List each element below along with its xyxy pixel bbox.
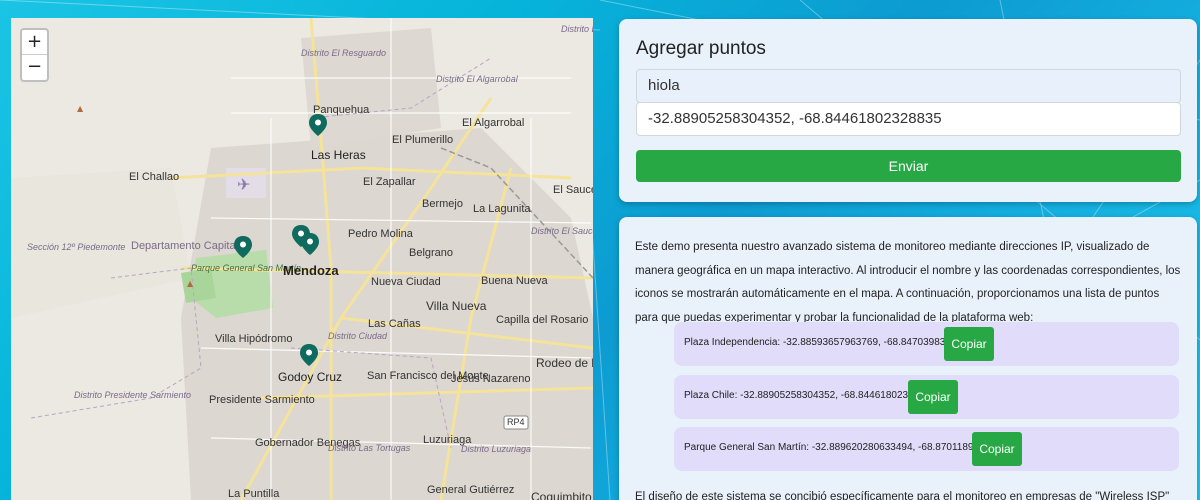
map-label: Rodeo de la Cruz (536, 356, 593, 370)
map-label: Distrito Las Tortugas (328, 443, 411, 453)
map-label: Sección 12º Piedemonte (27, 242, 126, 252)
point-item: Plaza Independencia: -32.88593657963769,… (674, 322, 1179, 366)
map-label: Distrito El Borb (561, 24, 593, 34)
map-label: Godoy Cruz (278, 370, 343, 384)
map-label: Departamento Capital (131, 240, 239, 252)
map-label: Capilla del Rosario (496, 314, 589, 326)
map-label: RP4 (507, 417, 525, 427)
map-label: El Algarrobal (462, 117, 525, 129)
point-text: Parque General San Martín: -32.889620280… (684, 442, 1013, 453)
map-marker-icon[interactable] (233, 235, 253, 259)
map-label: El Sauce (553, 184, 593, 196)
map-marker-icon[interactable] (308, 113, 328, 137)
map-label: Nueva Ciudad (371, 276, 441, 288)
map-marker-icon[interactable] (299, 343, 319, 367)
map-label: Distrito Luzuriaga (461, 444, 532, 454)
map-label: El Challao (129, 171, 180, 183)
point-text: Plaza Chile: -32.88905258304352, -68.844… (684, 390, 936, 401)
zoom-out-button[interactable]: − (22, 55, 47, 80)
map-label: Distrito Ciudad (328, 331, 388, 341)
map-label: Distrito El Sauce (531, 226, 593, 236)
map-label: Coquimbito (531, 490, 592, 500)
svg-text:▲: ▲ (77, 104, 84, 113)
map-label: Presidente Sarmiento (209, 394, 315, 406)
map-label: Mendoza (283, 263, 339, 278)
point-item: Plaza Chile: -32.88905258304352, -68.844… (674, 375, 1179, 419)
map-label: Gobernador Benegas (255, 437, 361, 449)
map-label: La Lagunita (473, 203, 531, 215)
map-label: La Puntilla (228, 488, 280, 500)
map[interactable]: ✈ ▲ ▲ + − Distrito El Resguardo Distrito… (11, 18, 593, 500)
map-label: San Francisco del Monte (367, 370, 489, 382)
map-label: Jesús Nazareno (451, 373, 531, 385)
map-label: Bermejo (422, 198, 463, 210)
add-points-card: Agregar puntos hiola -32.88905258304352,… (619, 19, 1197, 202)
map-label: Buena Nueva (481, 275, 548, 287)
name-input[interactable]: hiola (636, 69, 1181, 103)
map-label: Belgrano (409, 247, 454, 259)
info-footer-text: El diseño de este sistema se concibió es… (635, 491, 1170, 500)
map-label: Las Cañas (368, 318, 421, 330)
copy-button[interactable]: Copiar (972, 432, 1022, 466)
map-label: Parque General San Martín (191, 263, 302, 273)
zoom-in-button[interactable]: + (22, 30, 47, 55)
info-description: Este demo presenta nuestro avanzado sist… (635, 241, 1181, 324)
map-label: General Gutiérrez (427, 484, 515, 496)
svg-text:✈: ✈ (237, 175, 250, 194)
map-label: Distrito El Algarrobal (436, 74, 518, 84)
svg-text:▲: ▲ (187, 279, 194, 288)
copy-button[interactable]: Copiar (908, 380, 958, 414)
map-label: Distrito Presidente Sarmiento (74, 390, 192, 400)
map-label: El Plumerillo (392, 134, 454, 146)
map-label: Pedro Molina (348, 228, 413, 240)
map-marker-icon[interactable] (300, 232, 320, 256)
point-text: Plaza Independencia: -32.88593657963769,… (684, 337, 979, 348)
map-tiles: ✈ ▲ ▲ (11, 18, 593, 500)
point-item: Parque General San Martín: -32.889620280… (674, 427, 1179, 471)
map-label: Las Heras (311, 148, 366, 162)
zoom-control: + − (20, 28, 49, 82)
map-label: El Zapallar (363, 176, 416, 188)
map-label: Villa Nueva (426, 299, 487, 313)
map-label: Villa Hipódromo (215, 333, 293, 345)
copy-button[interactable]: Copiar (944, 327, 994, 361)
submit-button[interactable]: Enviar (636, 150, 1181, 182)
map-label: Distrito El Resguardo (301, 48, 387, 58)
add-points-title: Agregar puntos (636, 38, 766, 59)
coordinates-input[interactable]: -32.88905258304352, -68.84461802328835 (636, 102, 1181, 136)
info-card: Este demo presenta nuestro avanzado sist… (619, 217, 1197, 500)
